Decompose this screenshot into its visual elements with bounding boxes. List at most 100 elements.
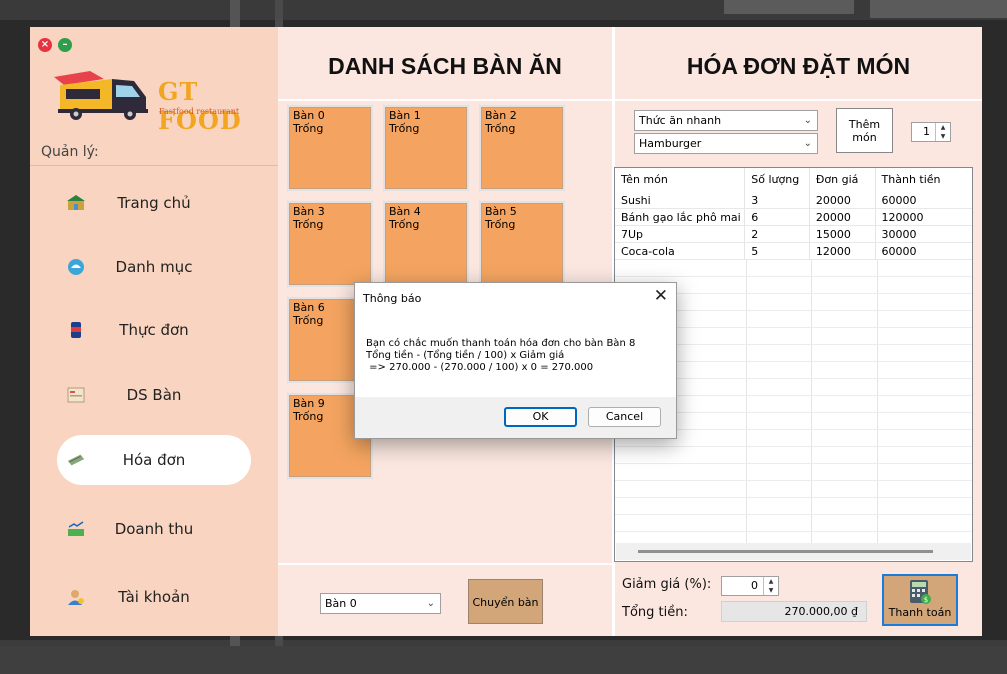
sidebar-item-tables[interactable]: DS Bàn [57, 370, 251, 420]
chevron-down-icon: ⌄ [426, 598, 435, 609]
cell-amount: 120000 [881, 211, 924, 224]
column-header[interactable]: Số lượng [745, 168, 810, 192]
sidebar-item-category[interactable]: Danh mục [57, 242, 251, 292]
ok-button[interactable]: OK [504, 407, 577, 427]
section-label: Quản lý: [41, 144, 99, 160]
table-button[interactable]: Bàn 5 Trống [479, 201, 565, 287]
food-select[interactable]: Hamburger ⌄ [634, 133, 818, 154]
table-button[interactable]: Bàn 4 Trống [383, 201, 469, 287]
cell-food: Coca-cola [615, 243, 746, 259]
spin-arrows-icon[interactable]: ▲ ▼ [935, 123, 950, 141]
pay-button[interactable]: $ Thanh toán [882, 574, 958, 626]
column-header[interactable]: Đơn giá [810, 168, 876, 192]
column-header[interactable]: Thành tiền [876, 168, 972, 192]
table-name: Bàn 5 [485, 205, 517, 218]
switch-table-select[interactable]: Bàn 0 ⌄ [320, 593, 441, 614]
table-name: Bàn 2 [485, 109, 517, 122]
discount-value: 0 [751, 579, 758, 592]
cell-food: 7Up [615, 226, 746, 242]
table-button[interactable]: Bàn 3 Trống [287, 201, 373, 287]
cell-quantity: 3 [745, 192, 810, 208]
sidebar-item-label: DS Bàn [126, 386, 182, 404]
cell-amount: 60000 [881, 245, 917, 258]
sidebar-item-label: Doanh thu [114, 520, 194, 538]
logo-subtitle: Fastfood restaurant [159, 107, 240, 116]
discount-stepper[interactable]: 0 ▲ ▼ [721, 576, 779, 596]
table-button[interactable]: Bàn 0 Trống [287, 105, 373, 191]
cell-amount: 60000 [881, 194, 917, 207]
chevron-down-icon: ⌄ [803, 115, 812, 126]
confirm-dialog: Thông báo ✕ Bạn có chắc muốn thanh toán … [354, 282, 677, 439]
spin-arrows-icon[interactable]: ▲ ▼ [763, 577, 778, 595]
sidebar-item-invoice[interactable]: Hóa đơn [57, 435, 251, 485]
category-select[interactable]: Thức ăn nhanh ⌄ [634, 110, 818, 131]
scrollbar-thumb[interactable] [638, 550, 933, 553]
food-truck-icon [54, 71, 148, 120]
cell-price: 20000 [810, 192, 876, 208]
table-name: Bàn 4 [389, 205, 421, 218]
quantity-stepper[interactable]: 1 ▲ ▼ [911, 122, 951, 142]
list-item[interactable]: Bánh gạo lắc phô mai 6 20000 120000 [615, 209, 972, 226]
table-name: Bàn 1 [389, 109, 421, 122]
desktop-background [724, 0, 854, 14]
divider [30, 165, 278, 166]
divider [278, 563, 612, 565]
sidebar: × – GT FOOD Fastfood restaurant Quản lý:… [30, 27, 278, 636]
tables-panel-title: DANH SÁCH BÀN ĂN [328, 53, 562, 79]
dialog-message: Bạn có chắc muốn thanh toán hóa đơn cho … [366, 338, 636, 373]
total-label: Tổng tiền: [622, 605, 688, 620]
cell-amount: 30000 [881, 228, 917, 241]
close-icon[interactable]: ✕ [654, 286, 668, 306]
cell-food: Sushi [615, 192, 746, 208]
sidebar-item-revenue[interactable]: Doanh thu [57, 504, 251, 554]
table-status: Trống [485, 218, 516, 231]
chevron-down-icon: ⌄ [803, 138, 812, 149]
switch-table-button[interactable]: Chuyển bàn [468, 579, 543, 624]
dialog-footer: OK Cancel [355, 397, 676, 438]
sidebar-item-home[interactable]: Trang chủ [57, 178, 251, 228]
cell-price: 12000 [810, 243, 876, 259]
table-name: Bàn 0 [293, 109, 325, 122]
list-item[interactable]: Sushi 3 20000 60000 [615, 192, 972, 209]
quantity-value: 1 [923, 125, 930, 138]
table-status: Trống [293, 122, 324, 135]
cancel-button[interactable]: Cancel [588, 407, 661, 427]
cell-food: Bánh gạo lắc phô mai [615, 209, 746, 225]
list-item[interactable]: Coca-cola 5 12000 60000 [615, 243, 972, 260]
column-header[interactable]: Tên món [615, 168, 746, 192]
cell-price: 20000 [810, 209, 876, 225]
switch-table-value: Bàn 0 [325, 597, 357, 610]
table-button[interactable]: Bàn 1 Trống [383, 105, 469, 191]
sidebar-item-label: Trang chủ [117, 194, 191, 212]
close-window-button[interactable]: × [38, 38, 52, 52]
list-header: Tên món Số lượng Đơn giá Thành tiền [615, 168, 972, 192]
food-value: Hamburger [639, 137, 702, 150]
horizontal-scrollbar[interactable] [616, 543, 971, 560]
cell-quantity: 2 [745, 226, 810, 242]
table-status: Trống [389, 122, 420, 135]
dialog-title: Thông báo [363, 292, 422, 305]
sidebar-item-account[interactable]: Tài khoản [57, 572, 251, 622]
sidebar-item-menu[interactable]: Thực đơn [57, 305, 251, 355]
add-food-button[interactable]: Thêm món [836, 108, 893, 153]
sidebar-item-label: Tài khoản [118, 588, 190, 606]
desktop-background [870, 0, 1007, 18]
cell-price: 15000 [810, 226, 876, 242]
table-status: Trống [389, 218, 420, 231]
order-panel-title: HÓA ĐƠN ĐẶT MÓN [686, 53, 911, 79]
calculator-icon: $ [910, 580, 931, 604]
table-status: Trống [293, 218, 324, 231]
svg-text:$: $ [924, 596, 928, 604]
cell-quantity: 6 [745, 209, 810, 225]
minimize-window-button[interactable]: – [58, 38, 72, 52]
sidebar-item-label: Hóa đơn [122, 451, 186, 469]
list-item[interactable]: 7Up 2 15000 30000 [615, 226, 972, 243]
logo-title: GT FOOD [158, 77, 242, 135]
logo: GT FOOD Fastfood restaurant [52, 67, 262, 135]
sidebar-item-label: Danh mục [115, 258, 193, 276]
table-status: Trống [485, 122, 516, 135]
table-name: Bàn 3 [293, 205, 325, 218]
sidebar-item-label: Thực đơn [119, 321, 189, 339]
cell-quantity: 5 [745, 243, 810, 259]
table-button[interactable]: Bàn 2 Trống [479, 105, 565, 191]
